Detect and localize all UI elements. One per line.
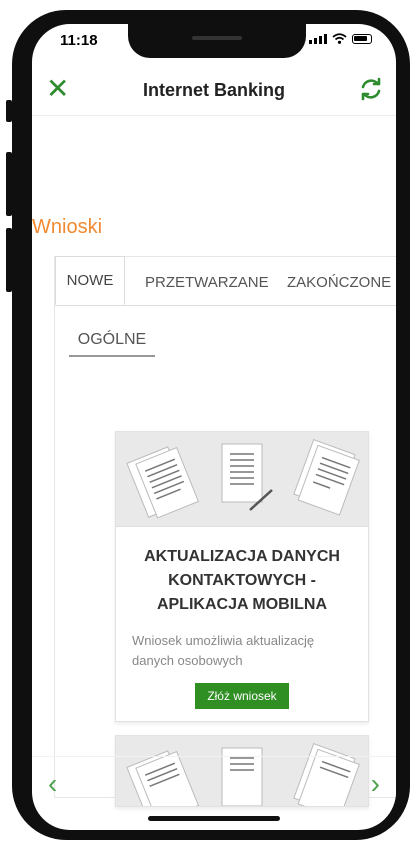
documents-illustration <box>116 736 368 806</box>
phone-button <box>6 152 12 216</box>
signal-icon <box>309 34 327 44</box>
application-card: AKTUALIZACJA DANYCH KONTAKTOWYCH - APLIK… <box>115 431 369 722</box>
application-title: AKTUALIZACJA DANYCH KONTAKTOWYCH - APLIK… <box>144 548 340 613</box>
tab-new[interactable]: NOWE <box>55 256 125 305</box>
header-divider <box>32 115 396 116</box>
chevron-right-icon[interactable]: › <box>371 768 380 800</box>
page-title: Internet Banking <box>142 80 285 100</box>
wifi-icon <box>332 33 347 44</box>
phone-button <box>6 228 12 292</box>
application-description: Wniosek umożliwia aktualizację danych os… <box>132 633 315 668</box>
app-screen: 11:18 ✕ Internet Banking Wnioski NOWE PR… <box>32 24 396 830</box>
submit-application-button[interactable]: Złóż wniosek <box>195 683 289 709</box>
status-icons <box>309 33 372 44</box>
tab-bar: NOWE PRZETWARZANE ZAKOŃCZONE <box>55 256 396 306</box>
applications-panel: NOWE PRZETWARZANE ZAKOŃCZONE OGÓLNE AKTU… <box>54 256 396 807</box>
status-time: 11:18 <box>60 32 98 49</box>
app-header: ✕ Internet Banking <box>32 68 396 112</box>
battery-icon <box>352 34 372 44</box>
notch <box>128 24 306 58</box>
refresh-icon[interactable] <box>358 76 384 102</box>
section-title: Wnioski <box>32 216 103 238</box>
documents-illustration <box>116 432 368 527</box>
phone-button <box>6 100 12 122</box>
bottom-divider <box>32 756 396 757</box>
home-indicator[interactable] <box>148 816 280 821</box>
tab-processing[interactable]: PRZETWARZANE <box>145 274 269 291</box>
chevron-left-icon[interactable]: ‹ <box>48 768 57 800</box>
subtab-general[interactable]: OGÓLNE <box>69 331 155 357</box>
tab-completed[interactable]: ZAKOŃCZONE <box>287 274 391 291</box>
application-card <box>115 735 369 807</box>
